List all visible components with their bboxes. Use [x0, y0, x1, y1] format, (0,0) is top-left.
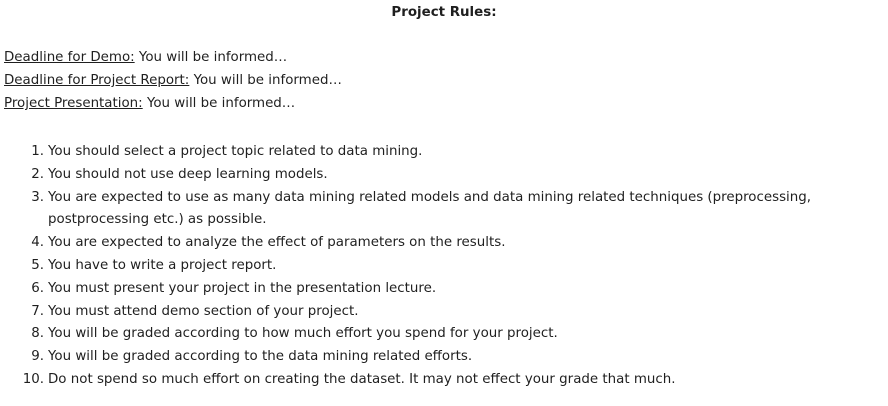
rule-text: You will be graded according to the data…	[48, 349, 473, 365]
rule-text: Do not spend so much effort on creating …	[48, 371, 676, 387]
rule-number: 1.	[31, 144, 44, 159]
deadline-report: Deadline for Project Report: You will be…	[4, 72, 342, 95]
rule-number: 8.	[31, 326, 44, 342]
deadline-demo: Deadline for Demo: You will be informed…	[4, 49, 342, 72]
rule-text: You are expected to analyze the effect o…	[48, 235, 506, 251]
rule-text: You will be graded according to how much…	[48, 326, 558, 342]
rule-number: 3.	[31, 189, 44, 205]
deadline-report-value: You will be informed…	[189, 73, 342, 88]
rule-item: 9. You will be graded according to the d…	[22, 346, 882, 369]
deadline-demo-value: You will be informed…	[134, 50, 288, 65]
rule-number: 9.	[31, 349, 44, 365]
deadline-report-label: Deadline for Project Report:	[4, 73, 190, 88]
rule-number: 4.	[31, 235, 44, 251]
rule-number: 6.	[31, 280, 44, 296]
rule-item: 7. You must attend demo section of your …	[22, 301, 882, 324]
rule-item: 5. You have to write a project report.	[22, 255, 882, 278]
rule-number: 7.	[31, 303, 44, 319]
rule-number: 5.	[31, 257, 44, 273]
rule-text: You must attend demo section of your pro…	[48, 303, 359, 319]
rule-text: You must present your project in the pre…	[48, 280, 437, 296]
rule-text: You should select a project topic relate…	[48, 144, 423, 159]
rule-number: 2.	[31, 166, 44, 182]
deadline-list: Deadline for Demo: You will be informed……	[4, 49, 342, 118]
rule-item: 1. You should select a project topic rel…	[22, 141, 882, 164]
rule-item: 10. Do not spend so much effort on creat…	[22, 369, 882, 392]
rule-item: 6. You must present your project in the …	[22, 278, 882, 301]
rule-text: You are expected to use as many data min…	[48, 189, 812, 228]
rule-item: 3. You are expected to use as many data …	[22, 187, 882, 233]
rule-item: 2. You should not use deep learning mode…	[22, 164, 882, 187]
rule-item: 8. You will be graded according to how m…	[22, 323, 882, 346]
page-title: Project Rules:	[391, 5, 497, 20]
document-page: Project Rules: Deadline for Demo: You wi…	[0, 0, 888, 406]
rule-text: You should not use deep learning models.	[48, 166, 328, 182]
rule-number: 10.	[22, 371, 44, 387]
rule-text: You have to write a project report.	[48, 257, 277, 273]
deadline-presentation-label: Project Presentation:	[4, 96, 143, 111]
rule-item: 4. You are expected to analyze the effec…	[22, 232, 882, 255]
deadline-demo-label: Deadline for Demo:	[4, 50, 135, 65]
deadline-presentation: Project Presentation: You will be inform…	[4, 95, 342, 118]
deadline-presentation-value: You will be informed…	[142, 96, 296, 111]
rules-list: 1. You should select a project topic rel…	[22, 141, 882, 392]
